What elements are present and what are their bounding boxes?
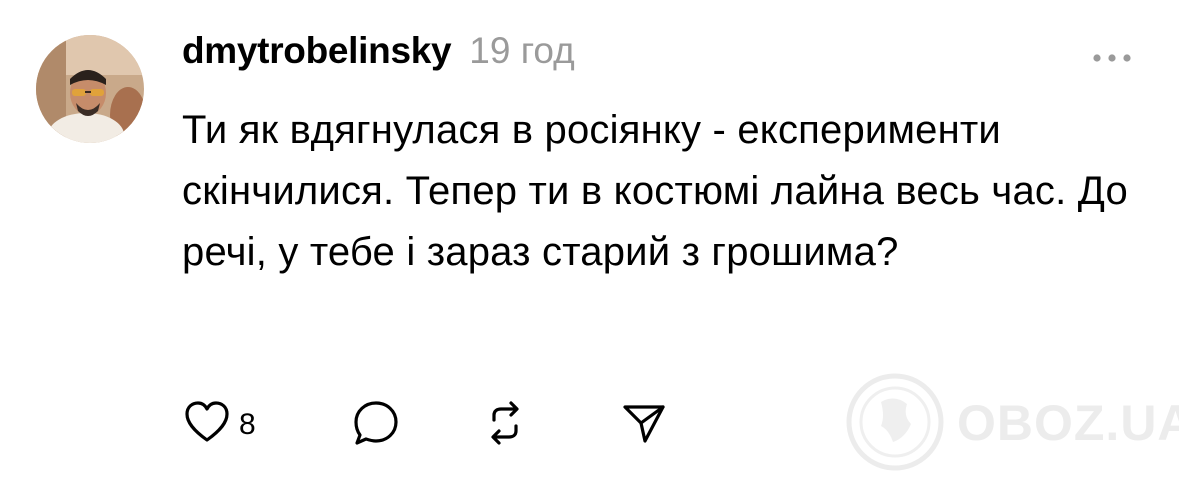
comment-button[interactable] — [351, 398, 401, 453]
action-bar: 8 — [183, 398, 683, 450]
heart-icon — [183, 398, 231, 451]
watermark-text: OBOZ.UA — [957, 395, 1179, 451]
username[interactable]: dmytrobelinsky — [182, 30, 452, 72]
share-icon — [619, 398, 669, 453]
avatar[interactable] — [36, 35, 144, 143]
comment-icon — [351, 398, 401, 453]
globe-icon — [846, 373, 944, 471]
repost-icon — [480, 398, 530, 453]
post-header: dmytrobelinsky 19 год — [182, 30, 575, 86]
timestamp: 19 год — [469, 30, 575, 71]
like-button[interactable]: 8 — [183, 398, 256, 451]
share-button[interactable] — [619, 398, 669, 453]
repost-button[interactable] — [480, 398, 530, 453]
like-count: 8 — [239, 407, 256, 441]
post-text: Ти як вдягнулася в росіянку - експеримен… — [182, 108, 1128, 274]
watermark-logo: OBOZ.UA — [845, 372, 1179, 472]
more-icon[interactable] — [1090, 50, 1134, 66]
comment-post: dmytrobelinsky 19 год Ти як вдягнулася в… — [0, 0, 1179, 492]
avatar-photo — [36, 35, 144, 143]
